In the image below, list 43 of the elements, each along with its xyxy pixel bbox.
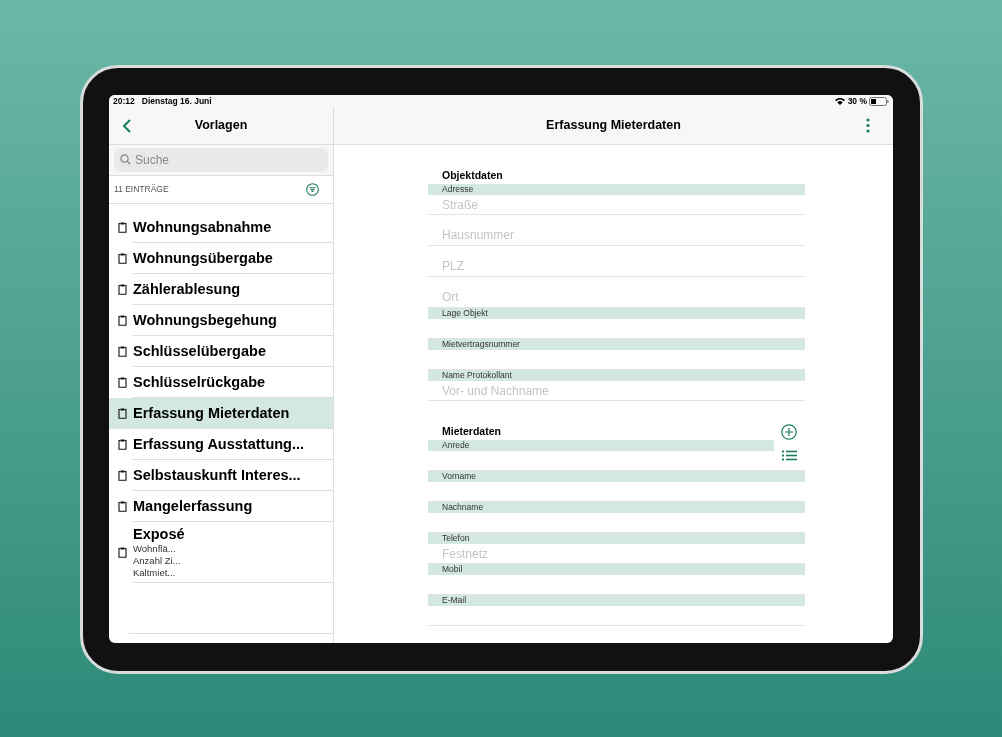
status-time: 20:12 xyxy=(113,95,135,108)
filter-icon[interactable] xyxy=(306,183,319,196)
field-label: Anrede xyxy=(428,440,774,451)
field-label: Nachname xyxy=(428,502,805,513)
field-label: Name Protokollant xyxy=(428,370,805,381)
add-icon[interactable] xyxy=(781,423,797,440)
battery-icon xyxy=(869,96,889,106)
clipboard-icon xyxy=(118,439,127,450)
field-label: Lage Objekt xyxy=(428,308,805,319)
clipboard-icon xyxy=(118,284,127,295)
field-label: Vorname xyxy=(428,471,805,482)
field-label: E-Mail xyxy=(428,595,805,606)
field-label: Mietvertragsnummer xyxy=(428,339,805,350)
status-date: Dienstag 16. Juni xyxy=(141,95,212,108)
list-icon[interactable] xyxy=(782,450,797,461)
section-heading: Mieterdaten xyxy=(442,423,501,439)
text-field[interactable]: Hausnummer xyxy=(428,215,805,246)
text-field[interactable]: Vor- und Nachname xyxy=(428,381,805,401)
clipboard-icon xyxy=(118,408,127,419)
entry-count: 11 EINTRÄGE xyxy=(114,183,169,196)
clipboard-icon xyxy=(118,547,127,558)
field-label: Adresse xyxy=(428,184,805,195)
wifi-icon xyxy=(834,97,845,105)
search-field[interactable]: Suche xyxy=(114,148,328,172)
clipboard-icon xyxy=(118,377,127,388)
more-icon[interactable] xyxy=(866,118,870,133)
section-heading: Objektdaten xyxy=(442,167,503,183)
text-field[interactable]: Straße xyxy=(428,195,805,215)
field-label: Telefon xyxy=(428,533,805,544)
clipboard-icon xyxy=(118,253,127,264)
clipboard-icon xyxy=(118,222,127,233)
sidebar-title: Vorlagen xyxy=(193,117,249,135)
clipboard-icon xyxy=(118,315,127,326)
back-icon[interactable] xyxy=(122,118,131,133)
clipboard-icon xyxy=(118,501,127,512)
search-icon xyxy=(120,154,131,165)
battery-percent: 30 % xyxy=(847,95,867,108)
field-label: Mobil xyxy=(428,564,805,575)
text-field[interactable]: PLZ xyxy=(428,246,805,277)
clipboard-icon xyxy=(118,470,127,481)
template-item[interactable]: Erfassung Mieterdaten xyxy=(109,398,333,429)
page-title: Erfassung Mieterdaten xyxy=(545,117,682,135)
clipboard-icon xyxy=(118,346,127,357)
